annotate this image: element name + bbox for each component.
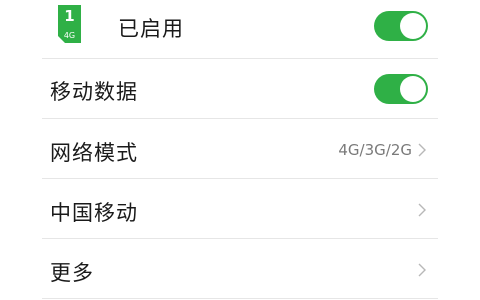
- network-mode-row[interactable]: 网络模式 4G/3G/2G: [0, 119, 480, 179]
- carrier-label: 中国移动: [50, 201, 138, 225]
- sim-slot-number: 1: [64, 7, 75, 25]
- sim-settings-screen: 1 4G 已启用 移动数据 网络模式 4G/3G/2G 中国移动 更多: [0, 0, 480, 300]
- mobile-data-toggle[interactable]: [374, 74, 428, 104]
- chevron-right-icon: [416, 142, 428, 158]
- divider: [42, 298, 438, 299]
- sim-status-label: 已启用: [118, 17, 184, 41]
- toggle-knob: [400, 13, 426, 39]
- chevron-right-icon: [416, 202, 428, 218]
- more-row[interactable]: 更多: [0, 239, 480, 299]
- network-mode-value: 4G/3G/2G: [338, 141, 412, 159]
- sim-network-type: 4G: [63, 31, 76, 40]
- sim-enabled-toggle[interactable]: [374, 11, 428, 41]
- sim-enabled-row[interactable]: 1 4G 已启用: [0, 0, 480, 60]
- mobile-data-row[interactable]: 移动数据: [0, 59, 480, 119]
- mobile-data-label: 移动数据: [50, 80, 138, 104]
- network-mode-label: 网络模式: [50, 141, 138, 165]
- sim-card-icon: 1 4G: [58, 5, 81, 43]
- more-label: 更多: [50, 261, 94, 285]
- toggle-knob: [400, 76, 426, 102]
- carrier-row[interactable]: 中国移动: [0, 179, 480, 239]
- chevron-right-icon: [416, 262, 428, 278]
